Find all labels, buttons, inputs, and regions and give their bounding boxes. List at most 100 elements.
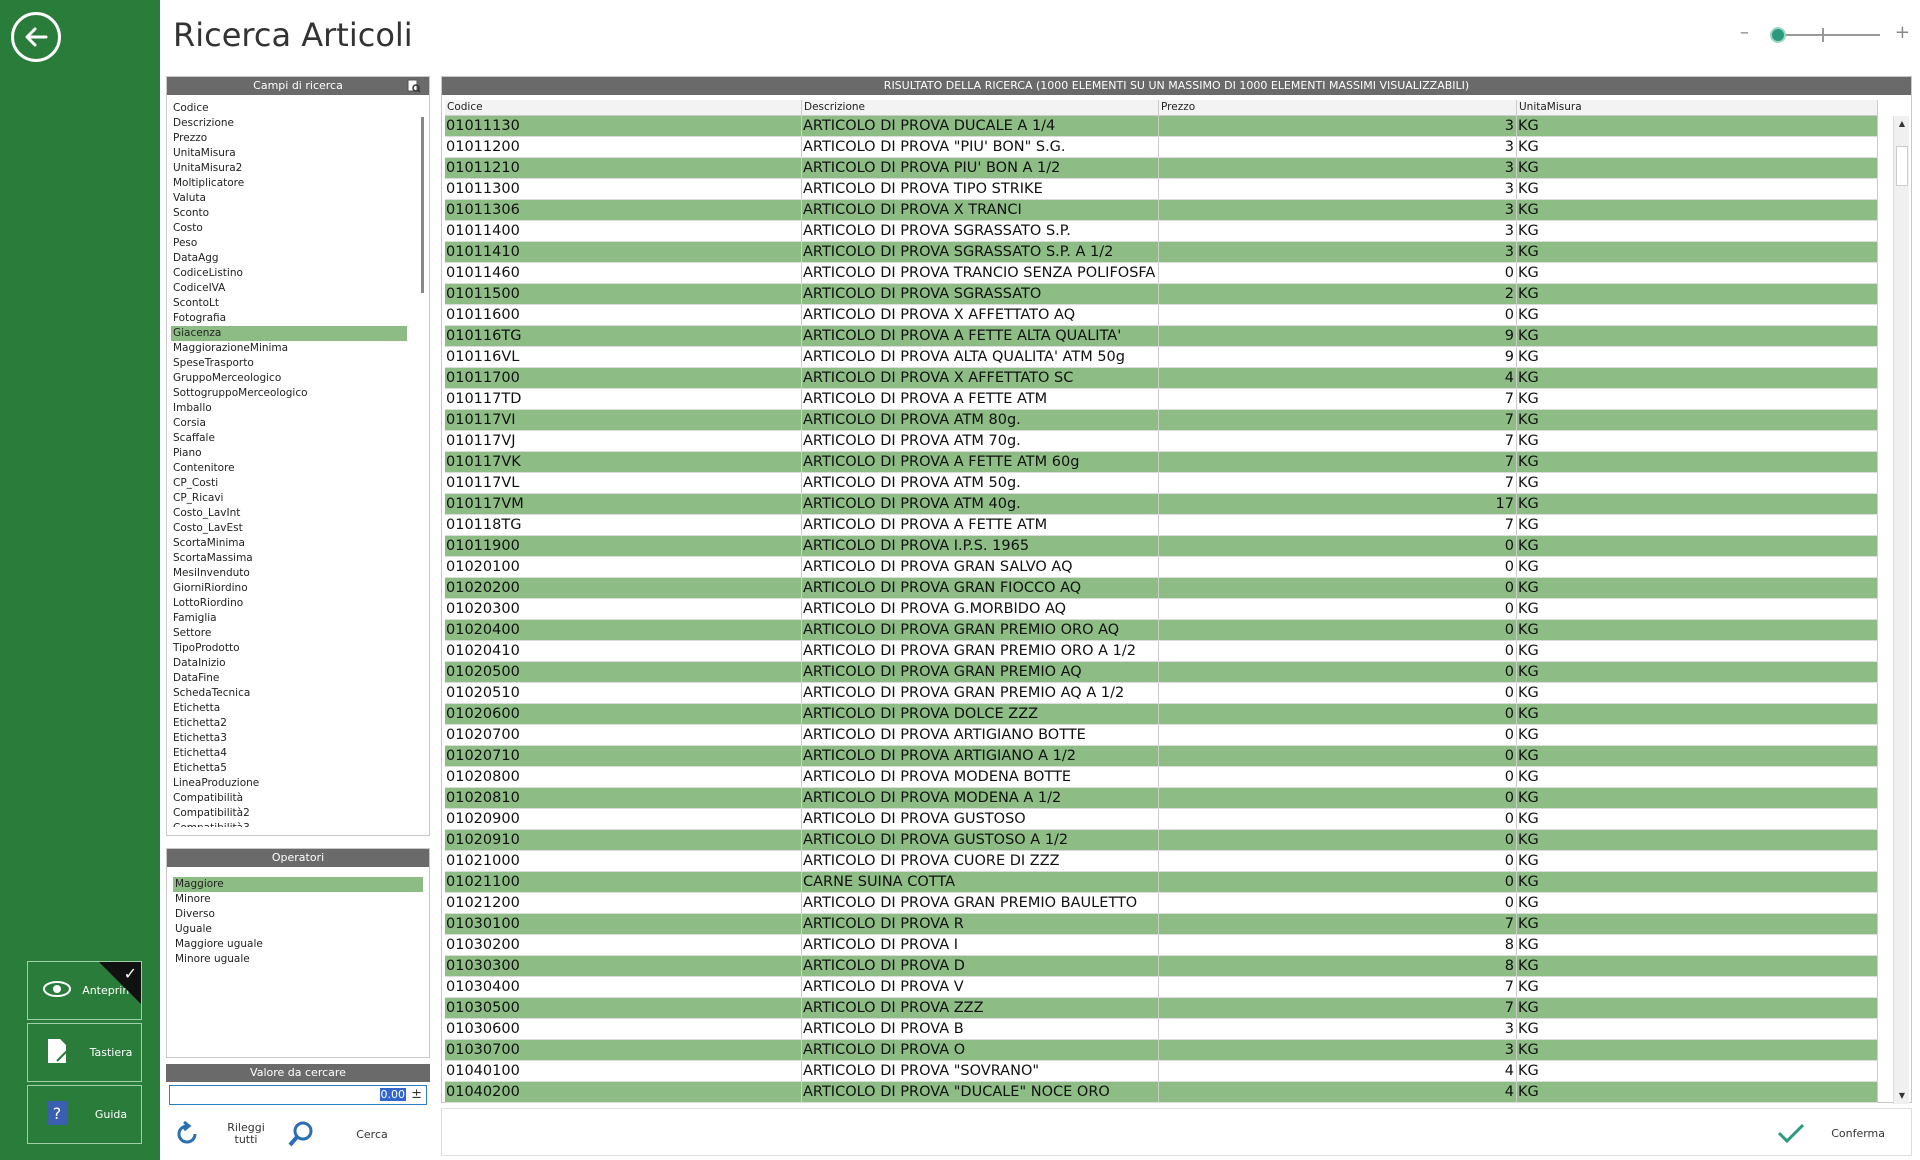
table-row[interactable]: 010117VJ ARTICOLO DI PROVA ATM 70g. 7 KG [445,431,1878,452]
operator-item[interactable]: Maggiore [173,877,423,892]
table-row[interactable]: 01040100 ARTICOLO DI PROVA "SOVRANO" 4 KG [445,1061,1878,1082]
table-row[interactable]: 01020300 ARTICOLO DI PROVA G.MORBIDO AQ 0 K… [445,599,1878,620]
search-field-item[interactable]: Moltiplicatore [171,176,407,191]
search-field-item[interactable]: Compatibilità2 [171,806,407,821]
search-field-item[interactable]: LineaProduzione [171,776,407,791]
search-field-item[interactable]: Fotografia [171,311,407,326]
table-row[interactable]: 01011200 ARTICOLO DI PROVA "PIU' BON" S.G… [445,137,1878,158]
zoom-in-button[interactable]: + [1895,22,1910,43]
search-fields-list[interactable]: Codice Descrizione Prezzo UnitaMisura UnitaM… [171,101,407,827]
search-field-item[interactable]: Contenitore [171,461,407,476]
search-field-item[interactable]: ScontoLt [171,296,407,311]
table-row[interactable]: 01030200 ARTICOLO DI PROVA I 8 KG [445,935,1878,956]
operator-item[interactable]: Diverso [173,907,423,922]
search-field-item[interactable]: LottoRiordino [171,596,407,611]
search-field-item[interactable]: Compatibilità [171,791,407,806]
search-field-item[interactable]: MaggiorazioneMinima [171,341,407,356]
table-row[interactable]: 01011410 ARTICOLO DI PROVA SGRASSATO S.P.… [445,242,1878,263]
preview-button[interactable]: Anteprima ✓ [27,961,142,1020]
table-row[interactable]: 010117VK ARTICOLO DI PROVA A FETTE ATM 60… [445,452,1878,473]
search-field-item[interactable]: Imballo [171,401,407,416]
search-field-item[interactable]: GiorniRiordino [171,581,407,596]
search-field-item[interactable]: DataInizio [171,656,407,671]
reload-all-button[interactable]: Rileggi tutti [172,1114,276,1154]
search-field-item[interactable]: Giacenza [171,326,407,341]
table-row[interactable]: 01011700 ARTICOLO DI PROVA X AFFETTATO SC… [445,368,1878,389]
search-field-item[interactable]: Compatibilità3 [171,821,407,827]
column-header-unitamisura[interactable]: UnitaMisura [1517,100,1878,115]
search-field-item[interactable]: UnitaMisura2 [171,161,407,176]
scroll-thumb[interactable] [1896,146,1908,186]
operator-item[interactable]: Minore [173,892,423,907]
search-field-item[interactable]: MesiInvenduto [171,566,407,581]
table-row[interactable]: 010116TG ARTICOLO DI PROVA A FETTE ALTA Q… [445,326,1878,347]
search-field-item[interactable]: Descrizione [171,116,407,131]
scroll-up-icon[interactable]: ▲ [1894,116,1910,132]
table-row[interactable]: 01011300 ARTICOLO DI PROVA TIPO STRIKE 3 KG [445,179,1878,200]
table-row[interactable]: 01011600 ARTICOLO DI PROVA X AFFETTATO AQ… [445,305,1878,326]
search-field-item[interactable]: DataAgg [171,251,407,266]
scroll-down-icon[interactable]: ▼ [1894,1088,1910,1104]
table-row[interactable]: 010118TG ARTICOLO DI PROVA A FETTE ATM 7 KG [445,515,1878,536]
table-row[interactable]: 01021200 ARTICOLO DI PROVA GRAN PREMIO BA… [445,893,1878,914]
search-field-item[interactable]: Scaffale [171,431,407,446]
search-field-item[interactable]: SchedaTecnica [171,686,407,701]
search-field-item[interactable]: Etichetta3 [171,731,407,746]
operator-item[interactable]: Maggiore uguale [173,937,423,952]
search-field-item[interactable]: Etichetta2 [171,716,407,731]
search-field-item[interactable]: Costo_LavEst [171,521,407,536]
table-row[interactable]: 01020510 ARTICOLO DI PROVA GRAN PREMIO AQ… [445,683,1878,704]
table-row[interactable]: 01030700 ARTICOLO DI PROVA O 3 KG [445,1040,1878,1061]
fields-scrollbar[interactable] [421,117,424,293]
table-row[interactable]: 01011210 ARTICOLO DI PROVA PIU' BON A 1/2… [445,158,1878,179]
results-grid[interactable]: Codice Descrizione Prezzo UnitaMisura 01… [442,100,1913,1104]
table-row[interactable]: 01020910 ARTICOLO DI PROVA GUSTOSO A 1/2 0… [445,830,1878,851]
search-field-item[interactable]: CodiceIVA [171,281,407,296]
grid-scrollbar[interactable]: ▲ ▼ [1893,116,1909,1104]
table-row[interactable]: 01020900 ARTICOLO DI PROVA GUSTOSO 0 KG [445,809,1878,830]
search-field-item[interactable]: Famiglia [171,611,407,626]
confirm-button[interactable]: Conferma [1777,1115,1885,1151]
search-field-item[interactable]: CodiceListino [171,266,407,281]
column-header-descrizione[interactable]: Descrizione [802,100,1159,115]
operator-item[interactable]: Uguale [173,922,423,937]
search-field-item[interactable]: Codice [171,101,407,116]
search-field-item[interactable]: Piano [171,446,407,461]
keyboard-button[interactable]: Tastiera [27,1023,142,1082]
table-row[interactable]: 01020800 ARTICOLO DI PROVA MODENA BOTTE 0 K… [445,767,1878,788]
search-field-item[interactable]: TipoProdotto [171,641,407,656]
value-input[interactable]: 0.00 ± [169,1085,427,1105]
table-row[interactable]: 01030100 ARTICOLO DI PROVA R 7 KG [445,914,1878,935]
search-field-item[interactable]: Peso [171,236,407,251]
table-row[interactable]: 01020400 ARTICOLO DI PROVA GRAN PREMIO OR… [445,620,1878,641]
search-field-item[interactable]: GruppoMerceologico [171,371,407,386]
column-header-prezzo[interactable]: Prezzo [1159,100,1517,115]
column-header-codice[interactable]: Codice [445,100,802,115]
table-row[interactable]: 010117VM ARTICOLO DI PROVA ATM 40g. 17 KG [445,494,1878,515]
search-field-item[interactable]: Valuta [171,191,407,206]
search-field-item[interactable]: UnitaMisura [171,146,407,161]
value-spin-button[interactable]: ± [411,1087,422,1102]
search-field-item[interactable]: Costo [171,221,407,236]
table-row[interactable]: 01021000 ARTICOLO DI PROVA CUORE DI ZZZ 0 K… [445,851,1878,872]
search-field-item[interactable]: SottogruppoMerceologico [171,386,407,401]
search-field-item[interactable]: SpeseTrasporto [171,356,407,371]
search-field-item[interactable]: DataFine [171,671,407,686]
table-row[interactable]: 01021100 CARNE SUINA COTTA 0 KG [445,872,1878,893]
search-field-item[interactable]: Etichetta4 [171,746,407,761]
table-row[interactable]: 01020810 ARTICOLO DI PROVA MODENA A 1/2 0 K… [445,788,1878,809]
table-row[interactable]: 01020410 ARTICOLO DI PROVA GRAN PREMIO OR… [445,641,1878,662]
find-icon[interactable] [407,79,421,93]
table-row[interactable]: 01011500 ARTICOLO DI PROVA SGRASSATO 2 KG [445,284,1878,305]
search-button[interactable]: Cerca [286,1114,402,1154]
table-row[interactable]: 01011900 ARTICOLO DI PROVA I.P.S. 1965 0 KG [445,536,1878,557]
table-row[interactable]: 01011460 ARTICOLO DI PROVA TRANCIO SENZA … [445,263,1878,284]
table-row[interactable]: 01020500 ARTICOLO DI PROVA GRAN PREMIO AQ… [445,662,1878,683]
table-row[interactable]: 010117TD ARTICOLO DI PROVA A FETTE ATM 7 KG [445,389,1878,410]
search-field-item[interactable]: Sconto [171,206,407,221]
table-row[interactable]: 01030500 ARTICOLO DI PROVA ZZZ 7 KG [445,998,1878,1019]
zoom-out-button[interactable]: – [1740,22,1749,43]
table-row[interactable]: 01020710 ARTICOLO DI PROVA ARTIGIANO A 1/… [445,746,1878,767]
search-field-item[interactable]: ScortaMinima [171,536,407,551]
table-row[interactable]: 01020200 ARTICOLO DI PROVA GRAN FIOCCO AQ… [445,578,1878,599]
